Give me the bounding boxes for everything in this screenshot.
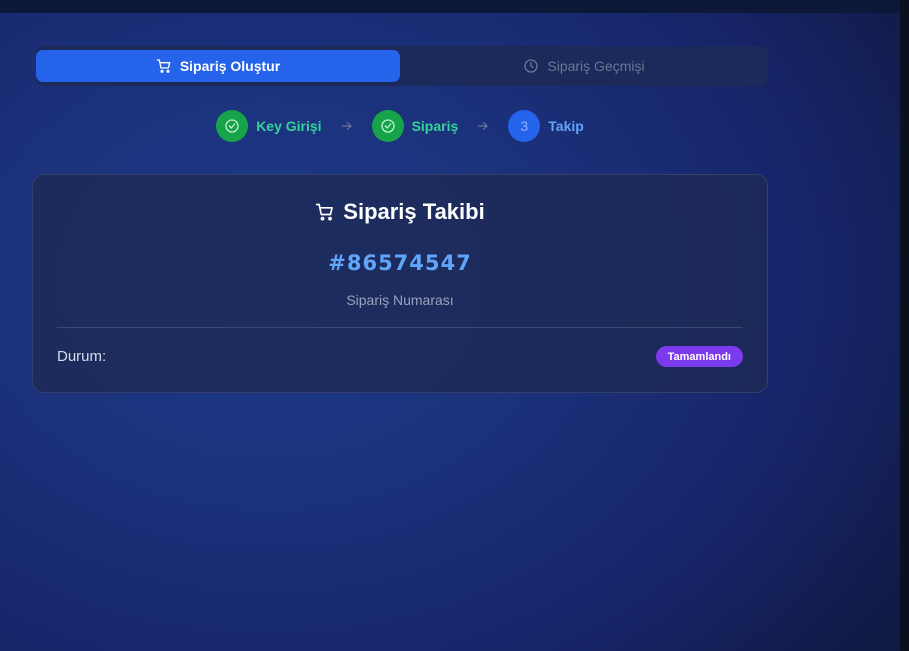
arrow-right-icon — [476, 119, 490, 133]
step-order: Sipariş — [371, 110, 459, 142]
status-badge: Tamamlandı — [655, 346, 743, 367]
tab-order-history[interactable]: Sipariş Geçmişi — [400, 50, 768, 82]
step-3-circle: 3 — [508, 110, 541, 142]
check-circle-icon — [225, 119, 239, 133]
step-3-label: Takip — [548, 118, 584, 134]
order-number: #86574547 — [328, 251, 472, 275]
tab-create-order[interactable]: Sipariş Oluştur — [36, 50, 400, 82]
top-bar — [0, 0, 900, 13]
cart-icon — [156, 59, 171, 73]
cart-icon — [316, 203, 334, 221]
step-key-entry: Key Girişi — [216, 110, 322, 142]
step-2-label: Sipariş — [411, 118, 459, 134]
card-title-text: Sipariş Takibi — [343, 199, 485, 224]
status-label: Durum: — [57, 348, 107, 365]
step-tracking: 3 Takip — [508, 110, 584, 142]
order-number-label: Sipariş Numarası — [346, 292, 454, 308]
clock-icon — [524, 59, 539, 73]
tab-order-history-label: Sipariş Geçmişi — [547, 58, 645, 74]
card-title: Sipariş Takibi — [33, 199, 767, 225]
order-tracking-card: Sipariş Takibi #86574547 Sipariş Numaras… — [32, 174, 768, 393]
divider — [57, 327, 743, 328]
check-circle-icon — [380, 119, 395, 133]
step-1-circle — [216, 110, 249, 142]
step-2-circle — [371, 110, 404, 142]
tab-create-order-label: Sipariş Oluştur — [179, 58, 281, 74]
progress-steps: Key Girişi Sipariş 3 Takip — [0, 110, 800, 142]
tab-bar: Sipariş Oluştur Sipariş Geçmişi — [36, 46, 768, 86]
step-1-label: Key Girişi — [256, 118, 322, 134]
arrow-right-icon — [340, 119, 354, 133]
window-edge — [900, 0, 909, 651]
